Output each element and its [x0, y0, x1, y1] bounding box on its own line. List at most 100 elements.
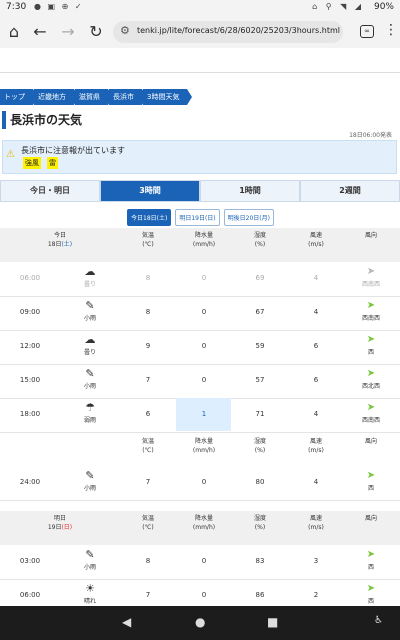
humidity-cell: 57: [255, 376, 265, 384]
condition-cell: ☀ 晴れ: [72, 581, 108, 605]
humidity-cell: 69: [255, 274, 265, 282]
humidity-header: 湿度 (%): [253, 232, 266, 248]
wind-speed-cell: 2: [313, 591, 319, 599]
time-cell: 06:00: [19, 591, 41, 599]
back-nav-icon[interactable]: ◀: [122, 615, 131, 629]
wind-arrow-icon: ➤: [366, 402, 376, 413]
wind-speed-cell: 6: [313, 376, 319, 384]
reload-icon[interactable]: ↻: [86, 22, 106, 42]
condition-label: 小雨: [83, 315, 96, 322]
tab-switcher-button[interactable]: ∞: [360, 25, 374, 38]
page-title: 長浜市の天気: [2, 111, 400, 129]
rain-cell: 0: [201, 557, 207, 565]
wind-arrow-icon: ➤: [366, 300, 376, 311]
table-row: 15:00 ✎ 小雨 7 0 57 6 ➤ 西北西: [0, 364, 400, 399]
table-row: 18:00 ☂ 弱雨 6 1 71 4 ➤ 西南西: [0, 398, 400, 433]
humidity-cell: 80: [255, 478, 265, 486]
wind-dir-cell: ➤ 西: [351, 333, 391, 356]
table-footer-units: 気温 (℃) 降水量 (mm/h) 湿度 (%) 風速 (m/s) 風向: [0, 434, 400, 468]
wind-arrow-icon: ➤: [366, 583, 376, 594]
table-row: 06:00 ☁ 曇り 8 0 69 4 ➤ 西南西: [0, 262, 400, 297]
tab-3hours[interactable]: 3時間: [100, 180, 200, 202]
temp-cell: 6: [145, 410, 151, 418]
condition-label: 小雨: [83, 383, 96, 390]
wind-dir-label: 西南西: [361, 417, 380, 424]
warning-message: 長浜市に注意報が出ています: [21, 146, 125, 155]
rain-cell: 0: [201, 376, 207, 384]
tab-today-tomorrow[interactable]: 今日・明日: [0, 180, 100, 202]
wind-dir-cell: ➤ 西南西: [351, 299, 391, 322]
tab-day-today[interactable]: 今日18日(土): [127, 209, 172, 226]
condition-cell: ✎ 小雨: [72, 468, 108, 492]
weather-icon: ✎: [85, 299, 95, 312]
wind-speed-cell: 6: [313, 342, 319, 350]
wind-arrow-icon: ➤: [366, 549, 376, 560]
condition-label: 曇り: [83, 281, 96, 288]
temp-cell: 8: [145, 557, 151, 565]
rain-header: 降水量 (mm/h): [192, 515, 216, 531]
system-icons: ⌂ ⚲ ◥ ◢: [312, 2, 364, 11]
wind-dir-label: 西: [367, 485, 374, 492]
tab-day-after[interactable]: 明後日20日(月): [223, 209, 274, 226]
badge-strong-wind: 強風: [23, 157, 41, 169]
address-bar[interactable]: ⚙ tenki.jp/lite/forecast/6/28/6020/25203…: [113, 21, 343, 43]
wind-dir-cell: ➤ 西南西: [351, 401, 391, 424]
site-settings-icon[interactable]: ⚙: [120, 24, 130, 37]
wind-arrow-icon: ➤: [366, 368, 376, 379]
weather-icon: ☂: [85, 401, 95, 414]
tab-2weeks[interactable]: 2週間: [300, 180, 400, 202]
wind-speed-cell: 3: [313, 557, 319, 565]
weather-icon: ✎: [85, 469, 95, 482]
condition-label: 弱雨: [83, 417, 96, 424]
rain-cell: 0: [201, 274, 207, 282]
warning-box[interactable]: ⚠ 長浜市に注意報が出ています 強風 雷: [2, 140, 397, 174]
temp-header: 気温 (℃): [141, 438, 154, 454]
temp-cell: 7: [145, 376, 151, 384]
table-header-tomorrow: 明日 19日(日) 気温 (℃) 降水量 (mm/h) 湿度 (%) 風速 (m/s) 風…: [0, 511, 400, 545]
condition-label: 晴れ: [83, 598, 96, 605]
humidity-cell: 83: [255, 557, 265, 565]
temp-cell: 7: [145, 591, 151, 599]
table-row: 03:00 ✎ 小雨 8 0 83 3 ➤ 西: [0, 545, 400, 580]
table-row: 09:00 ✎ 小雨 8 0 67 4 ➤ 西南西: [0, 296, 400, 331]
back-icon[interactable]: ←: [30, 22, 50, 42]
condition-label: 曇り: [83, 349, 96, 356]
recents-nav-icon[interactable]: ■: [267, 615, 278, 629]
breadcrumb-shiga[interactable]: 滋賀県: [75, 89, 113, 105]
forward-icon[interactable]: →: [58, 22, 78, 42]
weather-icon: ☀: [85, 582, 95, 595]
clock: 7:30: [6, 2, 27, 12]
wind-dir-label: 西北西: [361, 383, 380, 390]
wind-speed-cell: 4: [313, 274, 319, 282]
time-cell: 09:00: [19, 308, 41, 316]
breadcrumb-kinki[interactable]: 近畿地方: [34, 89, 79, 105]
notification-icons: ● ▣ ⊕ ✓: [34, 2, 84, 11]
condition-label: 小雨: [83, 564, 96, 571]
condition-cell: ✎ 小雨: [72, 366, 108, 390]
breadcrumb-nagahama[interactable]: 長浜市: [109, 89, 147, 105]
wind-dir-label: 西南西: [361, 281, 380, 288]
rain-cell: 1: [201, 410, 207, 418]
more-menu-icon[interactable]: ⋮: [384, 22, 398, 38]
condition-cell: ☁ 曇り: [72, 332, 108, 356]
wind-speed-header: 風速 (m/s): [308, 232, 324, 248]
tab-day-tomorrow[interactable]: 明日19日(日): [175, 209, 220, 226]
humidity-header: 湿度 (%): [253, 515, 266, 531]
url-text: tenki.jp/lite/forecast/6/28/6020/25203/3…: [137, 26, 340, 35]
breadcrumb-top[interactable]: トップ: [0, 89, 38, 105]
accessibility-icon[interactable]: ♿: [374, 615, 383, 626]
time-cell: 15:00: [19, 376, 41, 384]
wind-dir-cell: ➤ 西北西: [351, 367, 391, 390]
tab-1hour[interactable]: 1時間: [200, 180, 300, 202]
condition-cell: ✎ 小雨: [72, 298, 108, 322]
home-icon[interactable]: ⌂: [4, 22, 24, 42]
rain-cell: 0: [201, 308, 207, 316]
condition-cell: ☁ 曇り: [72, 264, 108, 288]
wind-dir-header: 風向: [364, 438, 377, 445]
browser-toolbar: ⌂ ← → ↻ ⚙ tenki.jp/lite/forecast/6/28/60…: [0, 16, 400, 48]
warning-icon: ⚠: [6, 149, 15, 160]
weather-icon: ☁: [84, 265, 96, 278]
status-bar: 7:30 ● ▣ ⊕ ✓ ⌂ ⚲ ◥ ◢ 90%: [0, 0, 400, 16]
humidity-header: 湿度 (%): [253, 438, 266, 454]
home-nav-icon[interactable]: ●: [195, 615, 205, 629]
